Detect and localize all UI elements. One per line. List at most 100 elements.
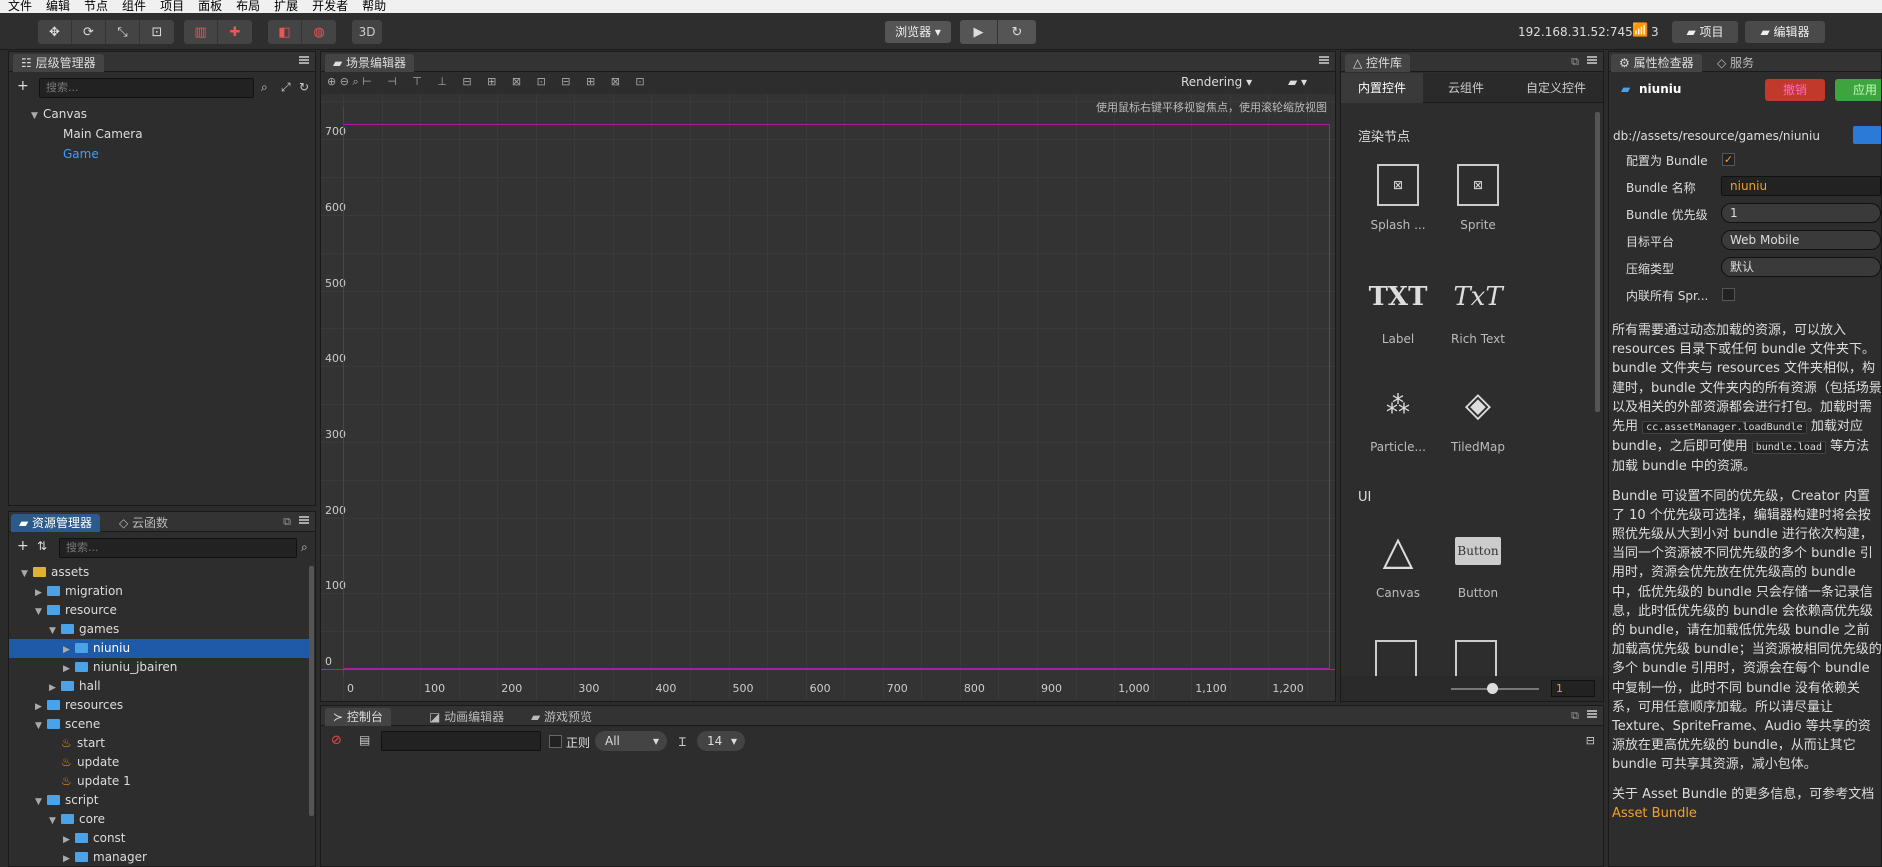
hierarchy-search-input[interactable]: 搜索... (39, 78, 254, 98)
node-main-camera[interactable]: Main Camera (63, 125, 143, 144)
inline-spriteframes-checkbox[interactable] (1722, 288, 1735, 301)
align-tools-icon[interactable]: ⊢ ⊣ ⊤ ⊥ ⊟ ⊞ ⊠ ⊡ ⊟ ⊞ ⊠ ⊡ (362, 75, 651, 88)
move-tool-icon[interactable]: ✥ (38, 20, 72, 44)
snap-icon[interactable]: ◧ (268, 20, 302, 44)
menu-item[interactable]: 面板 (198, 0, 222, 12)
menu-item[interactable]: 扩展 (274, 0, 298, 12)
asset-tree-item[interactable]: ▶ hall (9, 677, 309, 696)
widget-scrollbar[interactable] (1595, 112, 1600, 412)
refresh-icon[interactable]: ↻ (299, 80, 309, 94)
widget-particle[interactable]: ⁂ Particle... (1358, 382, 1438, 454)
prop-field[interactable]: Web Mobile (1721, 230, 1881, 250)
menu-item[interactable]: 项目 (160, 0, 184, 12)
regex-checkbox[interactable] (549, 735, 562, 748)
zoom-value-input[interactable]: 1 (1551, 680, 1595, 697)
editor-button[interactable]: ▰ 编辑器 (1745, 21, 1825, 43)
asset-tree-item[interactable]: ♨ update (9, 753, 309, 772)
search-icon[interactable]: ⌕ (301, 540, 308, 555)
asset-tree-item[interactable]: ♨ update 1 (9, 772, 309, 791)
widget-button[interactable]: Button Button (1438, 528, 1518, 600)
search-icon[interactable]: ⌕ (261, 80, 268, 95)
tab-cloud-functions[interactable]: ◇ 云函数 (111, 514, 176, 532)
menu-item[interactable]: 帮助 (362, 0, 386, 12)
prop-field[interactable]: 1 (1721, 203, 1881, 223)
menu-item[interactable]: 组件 (122, 0, 146, 12)
asset-tree-item[interactable]: ▼ core (9, 810, 309, 829)
asset-tree-item[interactable]: ▶ niuniu_jbairen (9, 658, 309, 677)
asset-tree-item[interactable]: ▶ migration (9, 582, 309, 601)
clear-icon[interactable]: ⊘ (331, 733, 342, 748)
collapse-icon[interactable]: ⤢ (281, 80, 291, 95)
asset-tree-item[interactable]: ▼ script (9, 791, 309, 810)
menu-item[interactable]: 节点 (84, 0, 108, 12)
font-size-select[interactable]: 14 ▾ (697, 731, 745, 751)
layout-icon[interactable] (1375, 640, 1417, 680)
widget-label[interactable]: TXT Label (1358, 274, 1438, 346)
scene-viewport[interactable]: 700 600 500 400 300 200 100 0 0 100 200 300 400 500 60… (321, 94, 1335, 701)
widget-canvas[interactable]: △ Canvas (1358, 528, 1438, 600)
widget-splash[interactable]: ⊠ Splash ... (1358, 164, 1438, 232)
tab-animation-editor[interactable]: ◪ 动画编辑器 (421, 708, 512, 726)
tab-services[interactable]: ◇ 服务 (1709, 54, 1762, 72)
prop-field[interactable]: niuniu (1721, 176, 1881, 196)
panel-menu-icon[interactable] (1587, 56, 1597, 64)
play-icon[interactable]: ▶ (960, 20, 998, 44)
tab-custom-widgets[interactable]: 自定义控件 (1509, 73, 1603, 103)
camera-select-icon[interactable]: ▰ ▾ (1288, 75, 1307, 89)
asset-tree-item[interactable]: ▶ const (9, 829, 309, 848)
asset-tree-item[interactable]: ▶ resources (9, 696, 309, 715)
menu-item[interactable]: 文件 (8, 0, 32, 12)
widget-tiledmap[interactable]: ◈ TiledMap (1438, 382, 1518, 454)
console-filter-input[interactable] (381, 731, 541, 751)
asset-tree-item[interactable]: ▼ resource (9, 601, 309, 620)
browser-select[interactable]: 浏览器 ▾ (885, 21, 951, 43)
zoom-in-icon[interactable]: ⊕ (327, 75, 340, 88)
tab-hierarchy[interactable]: ☷ 层级管理器 (13, 54, 104, 72)
tab-game-preview[interactable]: ▰ 游戏预览 (523, 708, 600, 726)
asset-tree-item[interactable]: ▼ assets (9, 563, 309, 582)
tab-inspector[interactable]: ⚙ 属性检查器 (1611, 54, 1702, 72)
revert-button[interactable]: 撤销 (1765, 79, 1825, 101)
popout-icon[interactable]: ⧉ (1571, 709, 1579, 723)
tab-builtin-widgets[interactable]: 内置控件 (1341, 73, 1423, 103)
asset-tree-item[interactable]: ▶ manager (9, 848, 309, 866)
tab-console[interactable]: ≻ 控制台 (325, 708, 391, 726)
asset-tree-item[interactable]: ▶ niuniu (9, 639, 309, 658)
asset-tree-item[interactable]: ▼ scene (9, 715, 309, 734)
pivot-icon[interactable]: ▥ (184, 20, 218, 44)
widget-rich-text[interactable]: TxT Rich Text (1438, 274, 1518, 346)
panel-menu-icon[interactable] (1319, 56, 1329, 64)
collapse-log-icon[interactable]: ⊟ (1586, 734, 1595, 747)
center-icon[interactable]: ✚ (218, 20, 252, 44)
menu-item[interactable]: 布局 (236, 0, 260, 12)
zoom-reset-icon[interactable]: ⌕ (352, 75, 362, 88)
rotate-tool-icon[interactable]: ⟳ (72, 20, 106, 44)
zoom-out-icon[interactable]: ⊖ (340, 75, 353, 88)
sort-icon[interactable]: ⇅ (37, 539, 47, 553)
rendering-select[interactable]: Rendering ▾ (1181, 75, 1252, 89)
tab-assets[interactable]: ▰ 资源管理器 (11, 514, 101, 532)
panel-menu-icon[interactable] (299, 516, 309, 524)
asset-bundle-doc-link[interactable]: Asset Bundle (1612, 804, 1882, 823)
panel-menu-icon[interactable] (299, 56, 309, 64)
node-game[interactable]: Game (63, 145, 99, 164)
menu-item[interactable]: 开发者 (312, 0, 348, 12)
add-asset-icon[interactable]: + (17, 538, 29, 554)
widget-sprite[interactable]: ⊠ Sprite (1438, 164, 1518, 232)
assets-search-input[interactable]: 搜索... (59, 538, 297, 558)
panel-menu-icon[interactable] (1587, 710, 1597, 718)
scrollview-icon[interactable] (1455, 640, 1497, 680)
project-button[interactable]: ▰ 项目 (1672, 21, 1738, 43)
asset-tree-item[interactable]: ▼ games (9, 620, 309, 639)
tab-scene[interactable]: ▰ 场景编辑器 (325, 54, 415, 72)
config-bundle-checkbox[interactable]: ✓ (1722, 153, 1735, 166)
popout-icon[interactable]: ⧉ (283, 515, 291, 529)
rect-tool-icon[interactable]: ⊡ (140, 20, 174, 44)
apply-button[interactable]: 应用 (1835, 79, 1881, 101)
tab-cloud-widgets[interactable]: 云组件 (1425, 73, 1507, 103)
assets-scrollbar[interactable] (309, 566, 314, 816)
log-file-icon[interactable]: ▤ (359, 733, 370, 747)
log-level-select[interactable]: All ▾ (595, 731, 667, 751)
snap-grid-icon[interactable]: ◍ (302, 20, 336, 44)
mode-3d-button[interactable]: 3D (352, 20, 382, 44)
